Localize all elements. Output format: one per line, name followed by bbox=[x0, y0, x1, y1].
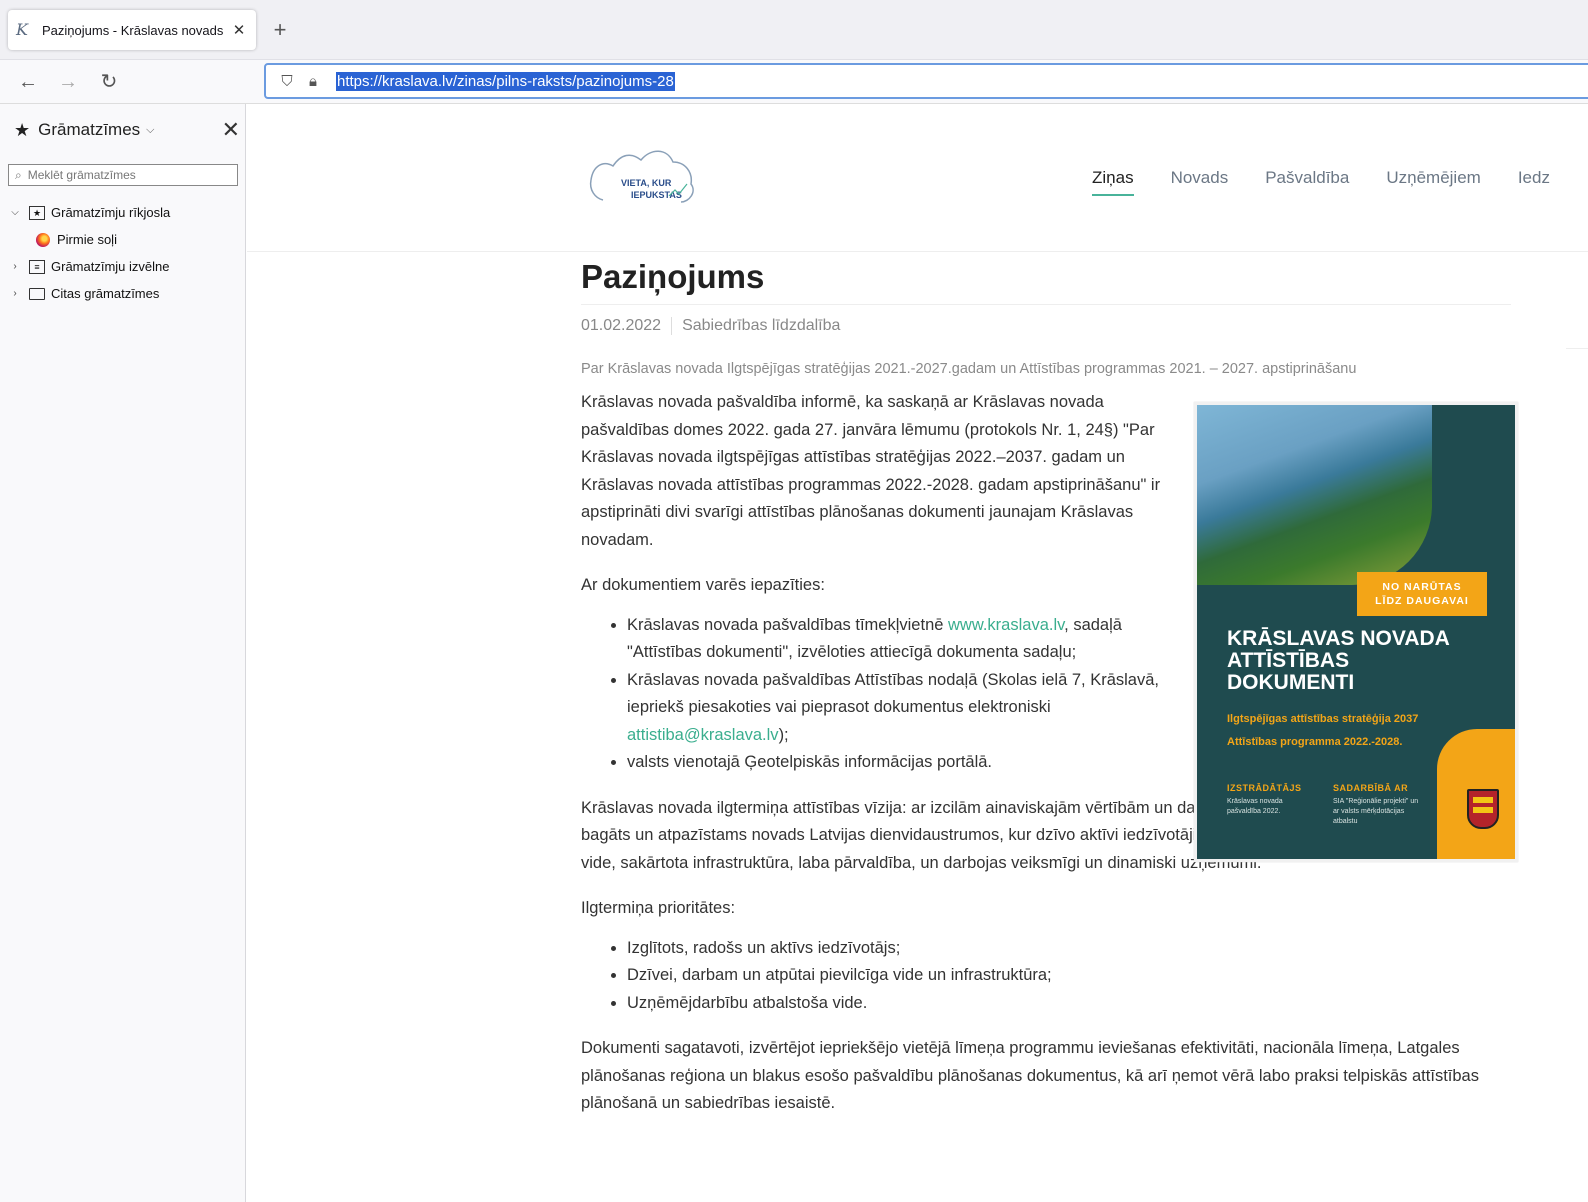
bookmark-search-input[interactable]: ⌕ Meklēt grāmatzīmes bbox=[8, 164, 238, 186]
search-placeholder: Meklēt grāmatzīmes bbox=[27, 168, 136, 182]
coat-of-arms-icon bbox=[1467, 789, 1499, 829]
folder-icon bbox=[29, 287, 45, 300]
bookmark-menu-icon: ≡ bbox=[29, 259, 45, 274]
poster-tag-line: NO NARŪTAS bbox=[1382, 581, 1462, 593]
poster-tag: NO NARŪTAS LĪDZ DAUGAVAI bbox=[1357, 572, 1487, 616]
priorities-list: Izglītots, radošs un aktīvs iedzīvotājs;… bbox=[627, 935, 1511, 1018]
tree-item-getting-started[interactable]: Pirmie soļi bbox=[8, 226, 244, 253]
url-text[interactable]: https://kraslava.lv/zinas/pilns-raksts/p… bbox=[336, 71, 675, 91]
browser-tab[interactable]: K Paziņojums - Krāslavas novads ✕ bbox=[8, 10, 256, 50]
tree-item-label: Pirmie soļi bbox=[57, 232, 117, 247]
poster-col2-head: SADARBĪBĀ AR bbox=[1333, 783, 1409, 793]
poster-title: KRĀSLAVAS NOVADA ATTĪSTĪBAS DOKUMENTI bbox=[1227, 628, 1507, 694]
reload-button[interactable]: ↻ bbox=[95, 68, 123, 96]
main-nav: Ziņas Novads Pašvaldība Uzņēmējiem Iedz bbox=[1092, 168, 1550, 196]
site-header: VIETA, KUR IEPUKSTAS Ziņas Novads Pašval… bbox=[247, 104, 1588, 252]
sidebar-title[interactable]: Grāmatzīmes bbox=[38, 120, 140, 140]
list-item: Izglītots, radošs un aktīvs iedzīvotājs; bbox=[627, 935, 1511, 963]
poster-subtitle-2: Attīstības programma 2022.-2028. bbox=[1227, 736, 1403, 748]
article-category[interactable]: Sabiedrības līdzdalība bbox=[682, 317, 840, 335]
lock-icon[interactable]: 🔒︎ bbox=[302, 73, 324, 90]
chevron-down-icon[interactable]: ⌵ bbox=[8, 207, 22, 218]
chevron-right-icon[interactable]: › bbox=[8, 288, 22, 299]
bookmarks-sidebar: ★ Grāmatzīmes ⌵ ✕ ⌕ Meklēt grāmatzīmes ⌵… bbox=[0, 104, 246, 1202]
poster-tag-line: LĪDZ DAUGAVAI bbox=[1375, 595, 1469, 607]
tree-item-menu[interactable]: › ≡ Grāmatzīmju izvēlne bbox=[8, 253, 244, 280]
nav-item-pasvaldiba[interactable]: Pašvaldība bbox=[1265, 168, 1349, 196]
paragraph: Ilgtermiņa prioritātes: bbox=[581, 899, 736, 917]
star-icon: ★ bbox=[14, 119, 31, 140]
tree-item-other[interactable]: › Citas grāmatzīmes bbox=[8, 280, 244, 307]
poster-subtitle-1: Ilgtspējīgas attīstības stratēģija 2037 bbox=[1227, 713, 1419, 725]
tab-title: Paziņojums - Krāslavas novads bbox=[42, 22, 224, 38]
firefox-icon bbox=[36, 232, 50, 247]
poster-col1-head: IZSTRĀDĀTĀJS bbox=[1227, 783, 1302, 793]
logo-text-1: VIETA, KUR bbox=[621, 178, 672, 188]
nav-item-novads[interactable]: Novads bbox=[1171, 168, 1229, 196]
article-title: Paziņojums bbox=[581, 258, 1511, 305]
nav-item-iedzivotajiem[interactable]: Iedz bbox=[1518, 168, 1550, 196]
list-text: Krāslavas novada pašvaldības Attīstības … bbox=[627, 670, 1159, 717]
article-date: 01.02.2022 bbox=[581, 317, 662, 334]
list-text: Krāslavas novada pašvaldības tīmekļvietn… bbox=[627, 615, 949, 634]
back-button[interactable]: ← bbox=[14, 68, 42, 96]
nav-item-zinas[interactable]: Ziņas bbox=[1092, 168, 1134, 196]
poster-image[interactable]: NO NARŪTAS LĪDZ DAUGAVAI KRĀSLAVAS NOVAD… bbox=[1194, 402, 1518, 862]
poster-title-line: DOKUMENTI bbox=[1227, 671, 1355, 694]
chevron-down-icon[interactable]: ⌵ bbox=[146, 124, 154, 137]
poster-col1-body: Krāslavas novada pašvaldība 2022. bbox=[1227, 798, 1283, 815]
meta-divider bbox=[671, 317, 673, 335]
paragraph: Krāslavas novada pašvaldība informē, ka … bbox=[581, 393, 1161, 549]
chevron-right-icon[interactable]: › bbox=[8, 261, 22, 272]
web-page: VIETA, KUR IEPUKSTAS Ziņas Novads Pašval… bbox=[247, 104, 1588, 1202]
address-bar[interactable]: ⛉ 🔒︎ https://kraslava.lv/zinas/pilns-rak… bbox=[264, 63, 1588, 99]
tracking-shield-icon[interactable]: ⛉ bbox=[276, 73, 298, 90]
site-logo[interactable]: VIETA, KUR IEPUKSTAS bbox=[585, 144, 703, 212]
tab-strip: K Paziņojums - Krāslavas novads ✕ + bbox=[0, 0, 1588, 60]
article-meta: 01.02.2022 Sabiedrības līdzdalība bbox=[581, 317, 1511, 335]
close-tab-icon[interactable]: ✕ bbox=[230, 21, 248, 39]
list-item: Dzīvei, darbam un atpūtai pievilcīga vid… bbox=[627, 962, 1511, 990]
bookmark-tree: ⌵ ★ Grāmatzīmju rīkjosla Pirmie soļi › ≡… bbox=[8, 199, 244, 307]
nav-item-uznemejiem[interactable]: Uzņēmējiem bbox=[1386, 168, 1480, 196]
list-item: Krāslavas novada pašvaldības tīmekļvietn… bbox=[627, 612, 1167, 667]
poster-title-line: KRĀSLAVAS NOVADA bbox=[1227, 627, 1450, 650]
list-text: ); bbox=[778, 725, 789, 744]
paragraph: Dokumenti sagatavoti, izvērtējot iepriek… bbox=[581, 1039, 1479, 1112]
article: Paziņojums 01.02.2022 Sabiedrības līdzda… bbox=[581, 252, 1518, 1136]
bookmark-toolbar-icon: ★ bbox=[29, 205, 45, 220]
tree-item-label: Grāmatzīmju izvēlne bbox=[51, 259, 170, 274]
poster-col2-body: SIA "Reģionālie projekti" un ar valsts m… bbox=[1333, 798, 1419, 825]
poster-title-line: ATTĪSTĪBAS bbox=[1227, 649, 1350, 672]
article-lead: Par Krāslavas novada Ilgtspējīgas stratē… bbox=[581, 361, 1357, 377]
tree-item-label: Citas grāmatzīmes bbox=[51, 286, 160, 301]
list-item: Uzņēmējdarbību atbalstoša vide. bbox=[627, 990, 1511, 1018]
search-icon: ⌕ bbox=[15, 167, 22, 182]
sidebar-header: ★ Grāmatzīmes ⌵ ✕ bbox=[14, 118, 240, 142]
site-favicon-icon: K bbox=[16, 20, 28, 39]
website-link[interactable]: www.kraslava.lv bbox=[948, 616, 1064, 634]
tree-item-toolbar[interactable]: ⌵ ★ Grāmatzīmju rīkjosla bbox=[8, 199, 244, 226]
tree-item-label: Grāmatzīmju rīkjosla bbox=[51, 205, 171, 220]
lake-photo bbox=[1197, 405, 1432, 585]
forward-button[interactable]: → bbox=[54, 68, 82, 96]
email-link[interactable]: attistiba@kraslava.lv bbox=[627, 726, 779, 744]
close-sidebar-icon[interactable]: ✕ bbox=[222, 118, 240, 142]
navigation-toolbar: ← → ↻ ⛉ 🔒︎ https://kraslava.lv/zinas/pil… bbox=[0, 60, 1588, 104]
page-edge-divider bbox=[1566, 348, 1588, 948]
access-list: Krāslavas novada pašvaldības tīmekļvietn… bbox=[627, 612, 1167, 777]
list-item: valsts vienotajā Ģeotelpiskās informācij… bbox=[627, 749, 1167, 777]
paragraph: Ar dokumentiem varēs iepazīties: bbox=[581, 576, 825, 594]
new-tab-button[interactable]: + bbox=[268, 18, 292, 42]
list-item: Krāslavas novada pašvaldības Attīstības … bbox=[627, 667, 1167, 750]
